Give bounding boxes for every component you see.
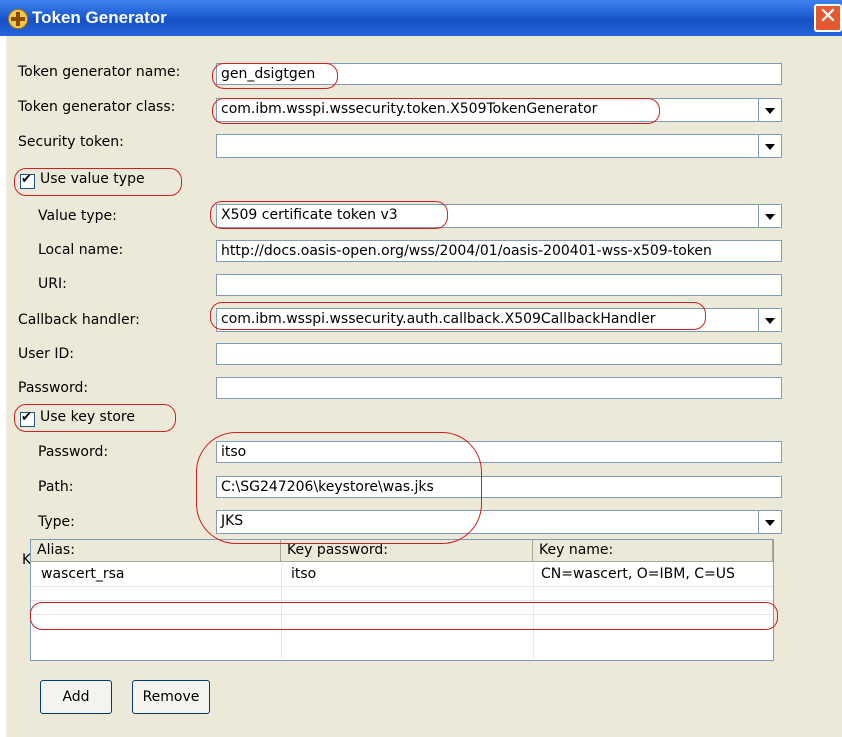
chevron-down-icon[interactable] bbox=[758, 99, 781, 121]
keystore-path-label: Path: bbox=[38, 479, 74, 495]
chevron-down-icon[interactable] bbox=[758, 511, 781, 533]
chevron-down-icon[interactable] bbox=[758, 309, 781, 331]
close-button[interactable]: ✕ bbox=[814, 4, 842, 32]
key-table[interactable]: Alias: Key password: Key name: wascert_r… bbox=[30, 539, 774, 661]
app-icon bbox=[8, 9, 28, 29]
value-type-value: X509 certificate token v3 bbox=[221, 207, 398, 223]
grid-divider bbox=[31, 586, 773, 587]
remove-button[interactable]: Remove bbox=[132, 680, 210, 714]
password-label: Password: bbox=[18, 380, 89, 396]
user-id-label: User ID: bbox=[18, 346, 74, 362]
callback-handler-label: Callback handler: bbox=[18, 312, 140, 328]
token-generator-window: Token Generator ✕ Token generator name: … bbox=[0, 0, 842, 737]
keystore-path-input[interactable]: C:\SG247206\keystore\was.jks bbox=[216, 476, 782, 498]
chevron-down-icon[interactable] bbox=[758, 205, 781, 227]
column-header-key-name[interactable]: Key name: bbox=[533, 540, 773, 562]
uri-label: URI: bbox=[38, 276, 67, 292]
use-value-type-label: Use value type bbox=[40, 171, 145, 187]
generator-class-select[interactable]: com.ibm.wsspi.wssecurity.token.X509Token… bbox=[216, 98, 782, 122]
keystore-password-input[interactable]: itso bbox=[216, 441, 782, 463]
keystore-type-value: JKS bbox=[221, 513, 244, 529]
security-token-label: Security token: bbox=[18, 134, 124, 150]
grid-divider bbox=[281, 562, 282, 658]
value-type-select[interactable]: X509 certificate token v3 bbox=[216, 204, 782, 228]
uri-input[interactable] bbox=[216, 274, 782, 296]
grid-divider bbox=[533, 562, 534, 658]
use-key-store-checkbox[interactable] bbox=[20, 410, 35, 427]
user-id-input[interactable] bbox=[216, 343, 782, 365]
column-header-alias[interactable]: Alias: bbox=[31, 540, 281, 562]
grid-divider bbox=[31, 600, 773, 601]
keystore-type-select[interactable]: JKS bbox=[216, 510, 782, 534]
keystore-type-label: Type: bbox=[38, 514, 75, 530]
alias-cell: wascert_rsa bbox=[41, 566, 125, 582]
key-name-cell: CN=wascert, O=IBM, C=US bbox=[541, 566, 735, 582]
chevron-down-icon[interactable] bbox=[758, 135, 781, 157]
callback-handler-select[interactable]: com.ibm.wsspi.wssecurity.auth.callback.X… bbox=[216, 308, 782, 332]
column-header-key-password[interactable]: Key password: bbox=[281, 540, 533, 562]
generator-class-label: Token generator class: bbox=[18, 99, 176, 115]
window-title: Token Generator bbox=[32, 8, 167, 27]
generator-name-label: Token generator name: bbox=[18, 64, 181, 80]
generator-name-input[interactable]: gen_dsigtgen bbox=[216, 63, 782, 85]
local-name-input[interactable]: http://docs.oasis-open.org/wss/2004/01/o… bbox=[216, 240, 782, 262]
generator-class-value: com.ibm.wsspi.wssecurity.token.X509Token… bbox=[221, 101, 598, 117]
security-token-select[interactable] bbox=[216, 134, 782, 158]
callback-handler-value: com.ibm.wsspi.wssecurity.auth.callback.X… bbox=[221, 311, 656, 327]
use-key-store-label: Use key store bbox=[40, 409, 135, 425]
keystore-password-label: Password: bbox=[38, 444, 109, 460]
password-input[interactable] bbox=[216, 377, 782, 399]
grid-divider bbox=[31, 614, 773, 615]
use-value-type-checkbox[interactable] bbox=[20, 172, 35, 189]
value-type-label: Value type: bbox=[38, 208, 117, 224]
local-name-label: Local name: bbox=[38, 242, 124, 258]
title-bar[interactable]: Token Generator ✕ bbox=[0, 0, 842, 36]
key-password-cell: itso bbox=[291, 566, 317, 582]
add-button[interactable]: Add bbox=[40, 680, 112, 714]
